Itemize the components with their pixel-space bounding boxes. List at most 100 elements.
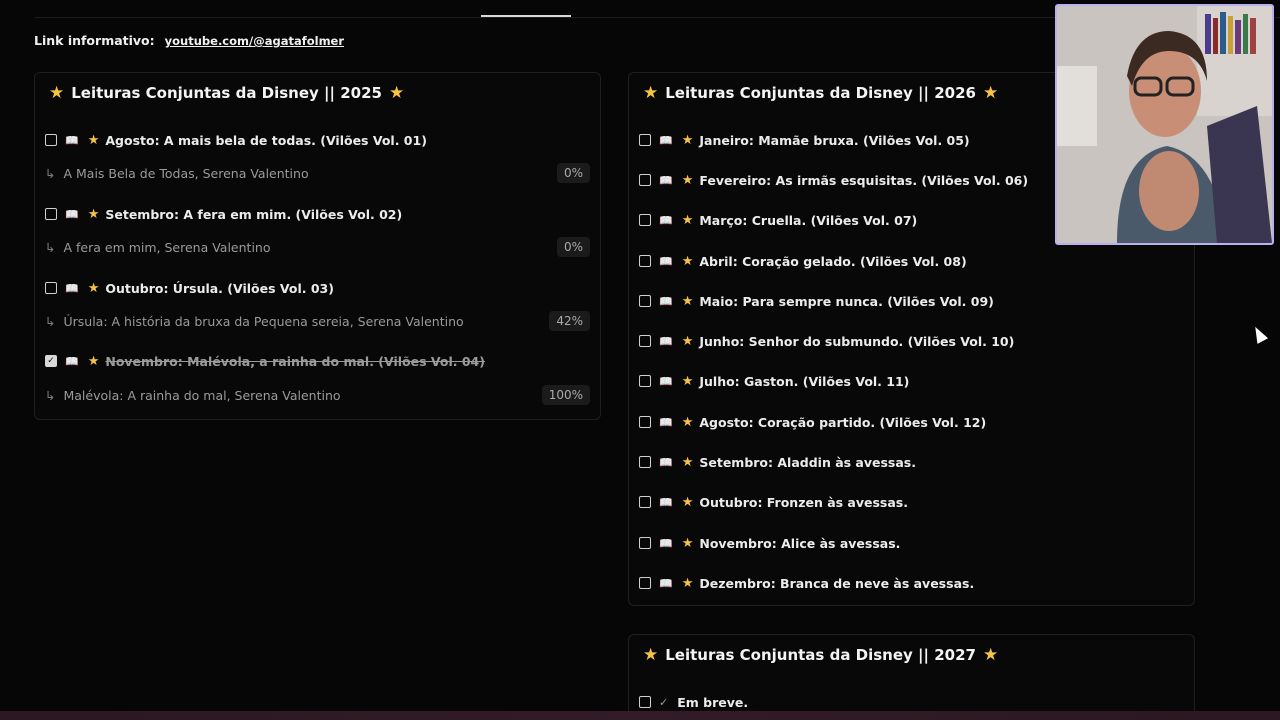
star-icon: ★ xyxy=(681,535,694,551)
task-title[interactable]: Setembro: Aladdin às avessas. xyxy=(699,455,916,470)
star-icon: ★ xyxy=(681,333,694,349)
task-checkbox[interactable] xyxy=(639,174,651,186)
book-icon: 📖 xyxy=(659,455,673,469)
book-icon: 📖 xyxy=(659,173,673,187)
star-icon: ★ xyxy=(643,83,659,103)
star-icon: ★ xyxy=(681,414,694,430)
book-reference[interactable]: Úrsula: A história da bruxa da Pequena s… xyxy=(63,314,463,329)
book-icon: 📖 xyxy=(659,254,673,268)
panel-title-text: Leituras Conjuntas da Disney || 2027 xyxy=(665,646,976,664)
task-checkbox[interactable] xyxy=(639,456,651,468)
task-checkbox[interactable] xyxy=(639,134,651,146)
star-icon: ★ xyxy=(982,645,999,665)
task-row[interactable]: 📖 ★ Fevereiro: As irmãs esquisitas. (Vil… xyxy=(639,170,1028,190)
task-row[interactable]: 📖 ★ Maio: Para sempre nunca. (Vilões Vol… xyxy=(639,291,994,311)
panel-2027: ★ Leituras Conjuntas da Disney || 2027 ★… xyxy=(628,634,1195,720)
task-row[interactable]: 📖 ★ Março: Cruella. (Vilões Vol. 07) xyxy=(639,210,917,230)
star-icon: ★ xyxy=(681,212,694,228)
star-icon: ★ xyxy=(982,83,999,103)
star-icon: ★ xyxy=(87,132,100,148)
task-row[interactable]: 📖 ★ Agosto: Coração partido. (Vilões Vol… xyxy=(639,412,986,432)
book-icon: 📖 xyxy=(659,374,673,388)
task-row[interactable]: 📖 ★ Outubro: Fronzen às avessas. xyxy=(639,492,908,512)
task-checkbox[interactable] xyxy=(639,295,651,307)
task-row[interactable]: 📖 ★ Junho: Senhor do submundo. (Vilões V… xyxy=(639,331,1014,351)
task-row[interactable]: ✓ 📖 ★ Novembro: Malévola, a rainha do ma… xyxy=(45,351,485,371)
task-title[interactable]: Junho: Senhor do submundo. (Vilões Vol. … xyxy=(699,334,1014,349)
task-title[interactable]: Novembro: Alice às avessas. xyxy=(699,536,900,551)
task-row[interactable]: 📖 ★ Dezembro: Branca de neve às avessas. xyxy=(639,573,974,593)
sub-arrow-icon: ↳ xyxy=(45,387,56,403)
task-checkbox[interactable] xyxy=(639,696,651,708)
panel-title-2027: ★ Leituras Conjuntas da Disney || 2027 ★ xyxy=(643,645,998,665)
task-row[interactable]: 📖 ★ Setembro: Aladdin às avessas. xyxy=(639,452,916,472)
book-icon: 📖 xyxy=(659,334,673,348)
star-icon: ★ xyxy=(87,353,100,369)
active-tab-indicator[interactable] xyxy=(481,15,571,17)
panel-2025: ★ Leituras Conjuntas da Disney || 2025 ★… xyxy=(34,72,601,420)
book-reference[interactable]: A fera em mim, Serena Valentino xyxy=(63,240,270,255)
task-checkbox[interactable] xyxy=(639,335,651,347)
task-row[interactable]: 📖 ★ Agosto: A mais bela de todas. (Vilõe… xyxy=(45,130,427,150)
info-link-url[interactable]: youtube.com/@agatafolmer xyxy=(165,34,344,48)
task-title[interactable]: Outubro: Úrsula. (Vilões Vol. 03) xyxy=(105,281,334,296)
star-icon: ★ xyxy=(681,454,694,470)
book-reference[interactable]: A Mais Bela de Todas, Serena Valentino xyxy=(63,166,308,181)
task-title[interactable]: Março: Cruella. (Vilões Vol. 07) xyxy=(699,213,917,228)
task-checkbox[interactable] xyxy=(639,255,651,267)
task-title[interactable]: Dezembro: Branca de neve às avessas. xyxy=(699,576,974,591)
task-title[interactable]: Agosto: Coração partido. (Vilões Vol. 12… xyxy=(699,415,986,430)
task-title[interactable]: Outubro: Fronzen às avessas. xyxy=(699,495,908,510)
task-title-completed[interactable]: Novembro: Malévola, a rainha do mal. (Vi… xyxy=(105,354,485,369)
mouse-cursor-icon xyxy=(1249,324,1269,344)
task-row[interactable]: ✓ Em breve. xyxy=(639,692,748,712)
info-link-label: Link informativo: xyxy=(34,33,155,48)
progress-badge: 100% xyxy=(541,385,590,405)
star-icon: ★ xyxy=(87,280,100,296)
book-icon: 📖 xyxy=(659,133,673,147)
task-checkbox[interactable] xyxy=(45,134,57,146)
task-checkbox[interactable] xyxy=(639,375,651,387)
task-row[interactable]: 📖 ★ Outubro: Úrsula. (Vilões Vol. 03) xyxy=(45,278,334,298)
progress-badge: 0% xyxy=(556,237,590,257)
task-row[interactable]: 📖 ★ Setembro: A fera em mim. (Vilões Vol… xyxy=(45,204,402,224)
progress-badge: 42% xyxy=(549,311,590,331)
star-icon: ★ xyxy=(49,83,65,103)
task-row[interactable]: 📖 ★ Abril: Coração gelado. (Vilões Vol. … xyxy=(639,251,967,271)
bottom-strip xyxy=(0,711,1280,720)
progress-badge: 0% xyxy=(556,163,590,183)
task-title[interactable]: Abril: Coração gelado. (Vilões Vol. 08) xyxy=(699,254,966,269)
task-title[interactable]: Em breve. xyxy=(677,695,748,710)
sub-arrow-icon: ↳ xyxy=(45,239,56,255)
task-title[interactable]: Agosto: A mais bela de todas. (Vilões Vo… xyxy=(105,133,427,148)
book-subrow: ↳ A Mais Bela de Todas, Serena Valentino… xyxy=(45,162,590,184)
star-icon: ★ xyxy=(681,132,694,148)
task-title[interactable]: Janeiro: Mamãe bruxa. (Vilões Vol. 05) xyxy=(699,133,969,148)
task-title[interactable]: Setembro: A fera em mim. (Vilões Vol. 02… xyxy=(105,207,402,222)
book-reference[interactable]: Malévola: A rainha do mal, Serena Valent… xyxy=(63,388,340,403)
task-title[interactable]: Julho: Gaston. (Vilões Vol. 11) xyxy=(699,374,909,389)
task-title[interactable]: Maio: Para sempre nunca. (Vilões Vol. 09… xyxy=(699,294,994,309)
task-checkbox-checked[interactable]: ✓ xyxy=(45,355,57,367)
task-title[interactable]: Fevereiro: As irmãs esquisitas. (Vilões … xyxy=(699,173,1028,188)
book-icon: 📖 xyxy=(65,281,79,295)
star-icon: ★ xyxy=(681,172,694,188)
panel-title-2025: ★ Leituras Conjuntas da Disney || 2025 ★ xyxy=(49,83,404,103)
task-checkbox[interactable] xyxy=(639,537,651,549)
panel-title-text: Leituras Conjuntas da Disney || 2025 xyxy=(71,84,382,102)
task-row[interactable]: 📖 ★ Julho: Gaston. (Vilões Vol. 11) xyxy=(639,371,909,391)
task-checkbox[interactable] xyxy=(639,416,651,428)
webcam-video-image xyxy=(1057,6,1272,243)
check-icon: ✓ xyxy=(659,695,669,709)
task-checkbox[interactable] xyxy=(45,282,57,294)
task-row[interactable]: 📖 ★ Novembro: Alice às avessas. xyxy=(639,533,900,553)
task-row[interactable]: 📖 ★ Janeiro: Mamãe bruxa. (Vilões Vol. 0… xyxy=(639,130,970,150)
star-icon: ★ xyxy=(643,645,659,665)
task-checkbox[interactable] xyxy=(639,214,651,226)
info-link-row: Link informativo: youtube.com/@agatafolm… xyxy=(34,33,344,48)
task-checkbox[interactable] xyxy=(45,208,57,220)
task-checkbox[interactable] xyxy=(639,496,651,508)
task-checkbox[interactable] xyxy=(639,577,651,589)
book-subrow: ↳ A fera em mim, Serena Valentino 0% xyxy=(45,236,590,258)
star-icon: ★ xyxy=(681,575,694,591)
